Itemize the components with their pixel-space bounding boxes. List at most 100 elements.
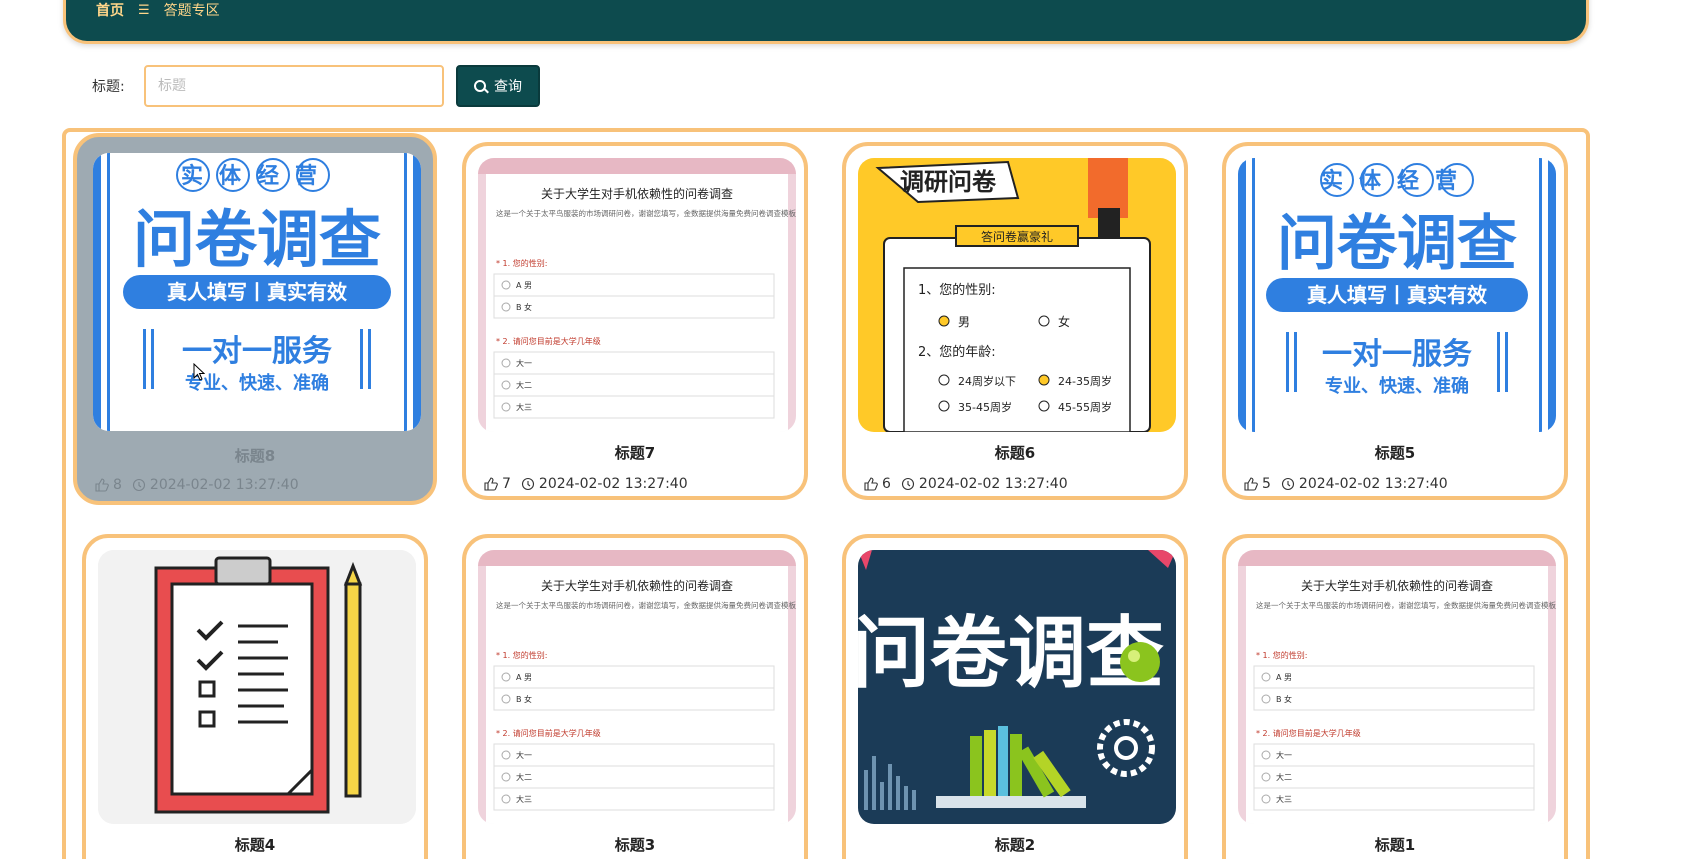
search-button[interactable]: 查询 <box>456 65 540 107</box>
card-title[interactable]: 标题6 <box>846 442 1184 463</box>
poster-banner-text: 真人填写丨真实有效 <box>167 280 347 304</box>
survey-card-3[interactable]: 关于大学生对手机依赖性的问卷调查 这是一个关于太平鸟服装的市场调研问卷，谢谢您填… <box>462 534 808 859</box>
search-icon <box>474 80 486 92</box>
card-meta: 6 2024-02-02 13:27:40 <box>864 476 1068 492</box>
breadcrumb-separator-icon: ☰ <box>138 2 150 18</box>
survey-poster-image: 实体经营 问卷调查 真人填写丨真实有效 一对一服务 专业、快速、准确 <box>93 153 421 431</box>
yellow-age-1: 24周岁以下 <box>958 374 1016 388</box>
clock-icon <box>521 477 535 491</box>
form-option-year1: 大一 <box>516 750 532 760</box>
yellow-age-4: 45-55周岁 <box>1058 400 1112 414</box>
yellow-option-female: 女 <box>1058 314 1070 329</box>
thumbs-up-icon[interactable] <box>864 477 878 491</box>
yellow-question-1: 1、您的性别: <box>918 282 996 298</box>
form-option-year3: 大三 <box>516 402 532 412</box>
poster-banner-text: 真人填写丨真实有效 <box>1307 283 1487 307</box>
form-option-year1: 大一 <box>516 358 532 368</box>
survey-card-6[interactable]: 调研问卷 答问卷赢豪礼 1、您的性别: 男 女 2、您的年龄: 24周岁以下 2… <box>842 142 1188 500</box>
yellow-question-2: 2、您的年龄: <box>918 344 996 360</box>
clipboard-checklist-image <box>98 550 416 824</box>
form-option-male: A 男 <box>516 673 532 682</box>
form-option-year1: 大一 <box>1276 750 1292 760</box>
yellow-age-2: 24-35周岁 <box>1058 374 1112 388</box>
card-meta: 7 2024-02-02 13:27:40 <box>484 476 688 492</box>
card-title[interactable]: 标题3 <box>466 834 804 855</box>
survey-card-5[interactable]: 实体经营 问卷调查 真人填写丨真实有效 一对一服务 专业、快速、准确 标题5 5… <box>1222 142 1568 500</box>
yellow-option-male: 男 <box>958 315 970 329</box>
form-option-year3: 大三 <box>1276 794 1292 804</box>
clock-icon <box>901 477 915 491</box>
questionnaire-form-image: 关于大学生对手机依赖性的问卷调查 这是一个关于太平鸟服装的市场调研问卷，谢谢您填… <box>478 550 796 824</box>
form-intro: 这是一个关于太平鸟服装的市场调研问卷，谢谢您填写，金数据提供海量免费问卷调查模板… <box>496 600 796 610</box>
poster-tagline-text: 专业、快速、准确 <box>185 372 329 394</box>
form-option-male: A 男 <box>1276 673 1292 682</box>
survey-card-8[interactable]: 实体经营 问卷调查 真人填写丨真实有效 一对一服务 专业、快速、准确 标题8 8… <box>73 133 437 505</box>
poster-top-text: 实体经营 <box>181 163 333 189</box>
poster-service-text: 一对一服务 <box>1322 337 1472 372</box>
survey-card-1[interactable]: 关于大学生对手机依赖性的问卷调查 这是一个关于太平鸟服装的市场调研问卷，谢谢您填… <box>1222 534 1568 859</box>
form-heading: 关于大学生对手机依赖性的问卷调查 <box>541 578 733 593</box>
form-question-1: * 1. 您的性别: <box>496 650 547 660</box>
card-thumbnail[interactable]: 关于大学生对手机依赖性的问卷调查 这是一个关于太平鸟服装的市场调研问卷，谢谢您填… <box>1238 550 1556 824</box>
like-count: 5 <box>1262 476 1271 492</box>
breadcrumb-home-link[interactable]: 首页 <box>96 0 124 20</box>
form-option-female: B 女 <box>1276 694 1292 704</box>
form-intro: 这是一个关于太平鸟服装的市场调研问卷，谢谢您填写，金数据提供海量免费问卷调查模板… <box>496 208 796 218</box>
form-option-female: B 女 <box>516 694 532 704</box>
poster-main-text: 问卷调查 <box>1277 209 1517 279</box>
search-bar: 标题: 查询 <box>92 65 540 107</box>
card-thumbnail[interactable]: 实体经营 问卷调查 真人填写丨真实有效 一对一服务 专业、快速、准确 <box>93 153 421 431</box>
clock-icon <box>132 478 146 492</box>
poster-main-text: 问卷调查 <box>133 203 381 276</box>
card-thumbnail[interactable] <box>98 550 416 824</box>
card-title[interactable]: 标题5 <box>1226 442 1564 463</box>
card-title[interactable]: 标题4 <box>86 834 424 855</box>
survey-yellow-cartoon-image: 调研问卷 答问卷赢豪礼 1、您的性别: 男 女 2、您的年龄: 24周岁以下 2… <box>858 158 1176 432</box>
survey-card-7[interactable]: 关于大学生对手机依赖性的问卷调查 这是一个关于太平鸟服装的市场调研问卷，谢谢您填… <box>462 142 808 500</box>
survey-poster-image: 实体经营 问卷调查 真人填写丨真实有效 一对一服务 专业、快速、准确 <box>1238 158 1556 432</box>
card-timestamp: 2024-02-02 13:27:40 <box>149 477 299 493</box>
dark-main-text: 问卷调查 <box>858 609 1164 699</box>
form-option-year2: 大二 <box>516 380 532 390</box>
form-question-1: * 1. 您的性别: <box>496 258 547 268</box>
thumbs-up-icon[interactable] <box>484 477 498 491</box>
survey-card-2[interactable]: 问卷调查 标题2 <box>842 534 1188 859</box>
like-count: 6 <box>882 476 891 492</box>
yellow-title-text: 调研问卷 <box>900 168 997 196</box>
form-option-female: B 女 <box>516 302 532 312</box>
breadcrumb-current[interactable]: 答题专区 <box>164 0 220 20</box>
form-option-year3: 大三 <box>516 794 532 804</box>
like-count: 8 <box>113 477 122 493</box>
survey-card-4[interactable]: 标题4 <box>82 534 428 859</box>
title-search-input[interactable] <box>144 65 444 107</box>
card-thumbnail[interactable]: 调研问卷 答问卷赢豪礼 1、您的性别: 男 女 2、您的年龄: 24周岁以下 2… <box>858 158 1176 432</box>
card-thumbnail[interactable]: 关于大学生对手机依赖性的问卷调查 这是一个关于太平鸟服装的市场调研问卷，谢谢您填… <box>478 550 796 824</box>
form-intro: 这是一个关于太平鸟服装的市场调研问卷，谢谢您填写，金数据提供海量免费问卷调查模板… <box>1256 600 1556 610</box>
card-thumbnail[interactable]: 实体经营 问卷调查 真人填写丨真实有效 一对一服务 专业、快速、准确 <box>1238 158 1556 432</box>
poster-tagline-text: 专业、快速、准确 <box>1325 375 1469 397</box>
card-title[interactable]: 标题8 <box>77 445 433 466</box>
questionnaire-form-image: 关于大学生对手机依赖性的问卷调查 这是一个关于太平鸟服装的市场调研问卷，谢谢您填… <box>478 158 796 432</box>
form-option-year2: 大二 <box>516 772 532 782</box>
card-meta: 8 2024-02-02 13:27:40 <box>95 477 299 493</box>
form-heading: 关于大学生对手机依赖性的问卷调查 <box>541 186 733 201</box>
thumbs-up-icon[interactable] <box>1244 477 1258 491</box>
clock-icon <box>1281 477 1295 491</box>
yellow-age-3: 35-45周岁 <box>958 400 1012 414</box>
form-question-1: * 1. 您的性别: <box>1256 650 1307 660</box>
form-heading: 关于大学生对手机依赖性的问卷调查 <box>1301 578 1493 593</box>
card-thumbnail[interactable]: 问卷调查 <box>858 550 1176 824</box>
form-question-2: * 2. 请问您目前是大学几年级 <box>1256 728 1361 738</box>
yellow-banner-text: 答问卷赢豪礼 <box>981 229 1053 244</box>
card-title[interactable]: 标题7 <box>466 442 804 463</box>
top-navigation-bar: 首页 ☰ 答题专区 <box>63 0 1589 44</box>
card-thumbnail[interactable]: 关于大学生对手机依赖性的问卷调查 这是一个关于太平鸟服装的市场调研问卷，谢谢您填… <box>478 158 796 432</box>
form-option-male: A 男 <box>516 281 532 290</box>
search-label: 标题: <box>92 79 125 95</box>
card-meta: 5 2024-02-02 13:27:40 <box>1244 476 1448 492</box>
card-title[interactable]: 标题2 <box>846 834 1184 855</box>
thumbs-up-icon[interactable] <box>95 478 109 492</box>
card-title[interactable]: 标题1 <box>1226 834 1564 855</box>
survey-dark-books-image: 问卷调查 <box>858 550 1176 824</box>
mouse-cursor-icon <box>193 363 205 381</box>
